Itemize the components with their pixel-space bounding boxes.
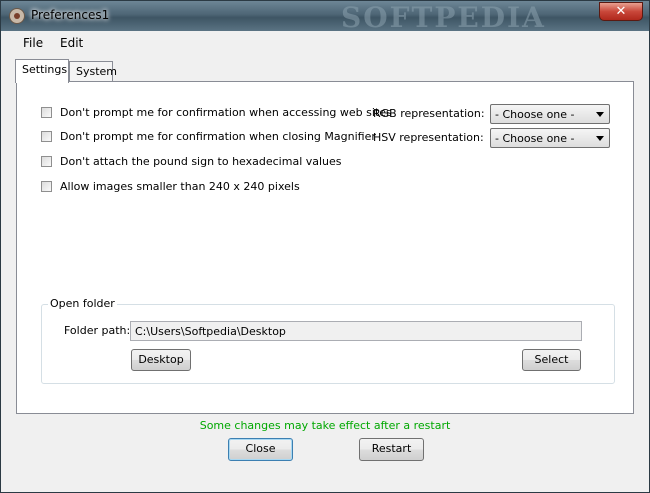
select-button[interactable]: Select	[522, 349, 581, 371]
menu-edit[interactable]: Edit	[60, 36, 83, 50]
open-folder-group: Open folder Folder path: C:\Users\Softpe…	[41, 297, 615, 384]
hsv-select[interactable]: - Choose one -	[490, 128, 610, 148]
watermark: SOFTPEDIA	[341, 1, 546, 34]
checkbox-label: Allow images smaller than 240 x 240 pixe…	[60, 179, 300, 193]
close-button[interactable]: Close	[228, 438, 293, 461]
small-images-checkbox[interactable]	[41, 180, 52, 192]
tab-settings[interactable]: Settings	[15, 59, 69, 83]
checkbox-row-pound-sign[interactable]: Don't attach the pound sign to hexadecim…	[41, 153, 342, 169]
window-title: Preferences1	[31, 8, 110, 22]
chevron-down-icon	[596, 136, 604, 141]
rgb-select[interactable]: - Choose one -	[490, 104, 610, 124]
title-bar[interactable]: SOFTPEDIA Preferences1 ✕	[1, 1, 649, 34]
folder-path-field[interactable]: C:\Users\Softpedia\Desktop	[130, 321, 582, 341]
checkbox-label: Don't prompt me for confirmation when ac…	[60, 105, 392, 119]
pound-sign-checkbox[interactable]	[41, 155, 52, 167]
menu-file[interactable]: File	[23, 36, 43, 50]
chevron-down-icon	[596, 112, 604, 117]
menu-bar: File Edit	[1, 31, 649, 55]
app-icon	[9, 8, 25, 24]
hsv-label: HSV representation:	[373, 131, 484, 144]
rgb-label: RGB representation:	[373, 107, 485, 120]
checkbox-row-web-sites[interactable]: Don't prompt me for confirmation when ac…	[41, 104, 392, 120]
confirm-web-sites-checkbox[interactable]	[41, 106, 52, 118]
open-folder-title: Open folder	[48, 297, 117, 310]
window-close-button[interactable]: ✕	[599, 2, 643, 21]
desktop-button[interactable]: Desktop	[131, 349, 191, 371]
settings-panel: Don't prompt me for confirmation when ac…	[16, 81, 634, 414]
close-icon: ✕	[615, 4, 627, 19]
confirm-closing-checkbox[interactable]	[41, 130, 52, 142]
preferences-window: SOFTPEDIA Preferences1 ✕ File Edit Setti…	[0, 0, 650, 493]
checkbox-row-closing-magnifier[interactable]: Don't prompt me for confirmation when cl…	[41, 128, 376, 144]
restart-notice: Some changes may take effect after a res…	[199, 419, 451, 432]
checkbox-row-small-images[interactable]: Allow images smaller than 240 x 240 pixe…	[41, 178, 300, 194]
restart-button[interactable]: Restart	[359, 438, 424, 461]
checkbox-label: Don't prompt me for confirmation when cl…	[60, 129, 376, 143]
tab-system[interactable]: System	[69, 61, 117, 81]
checkbox-label: Don't attach the pound sign to hexadecim…	[60, 154, 342, 168]
folder-path-label: Folder path:	[64, 324, 131, 337]
